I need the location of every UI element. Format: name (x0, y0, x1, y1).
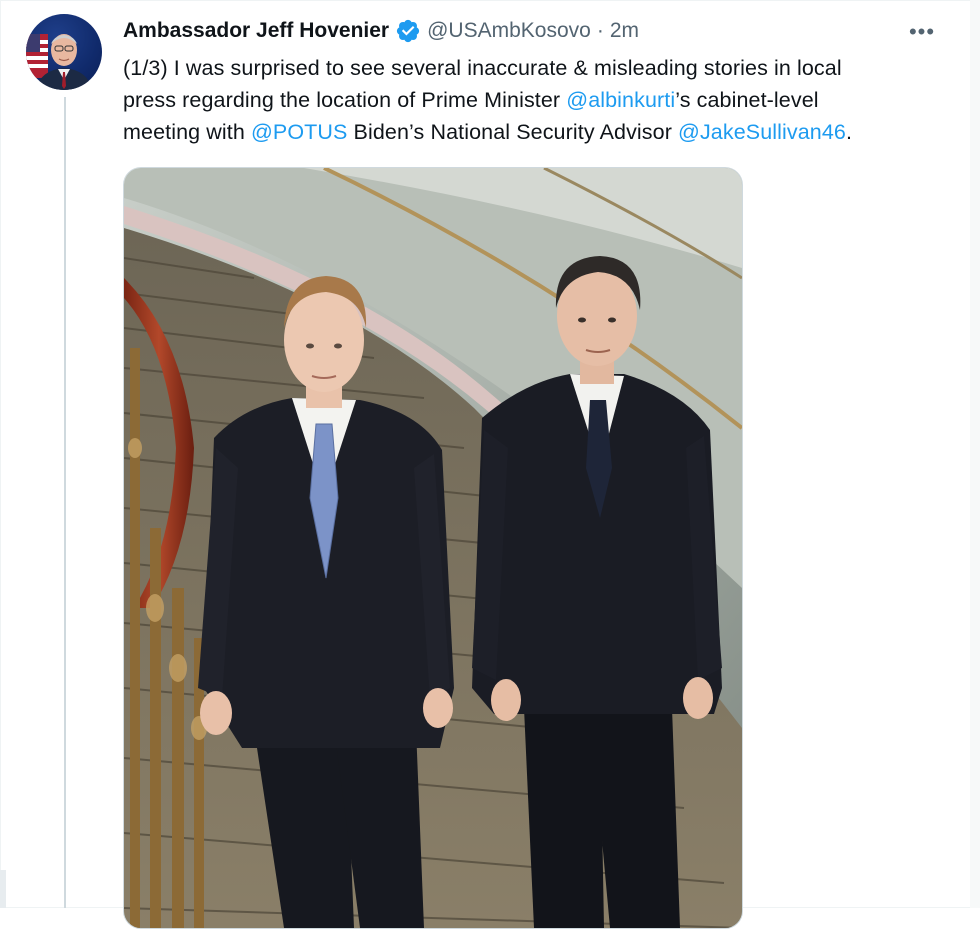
tweet-text-segment: (1/3) I was surprised to see several ina… (123, 56, 842, 80)
mention-link[interactable]: @albinkurti (566, 88, 675, 112)
scrollbar[interactable] (970, 0, 980, 908)
left-edge-tab (0, 870, 6, 908)
photo-image (124, 168, 742, 928)
tweet-text-line: meeting with @POTUS Biden’s National Sec… (123, 116, 943, 148)
tweet-text-line: press regarding the location of Prime Mi… (123, 84, 943, 116)
tweet[interactable]: Ambassador Jeff Hovenier @USAmbKosovo · … (0, 0, 968, 929)
tweet-text: (1/3) I was surprised to see several ina… (123, 52, 943, 148)
author-handle[interactable]: @USAmbKosovo (427, 19, 591, 43)
separator-dot: · (596, 19, 604, 42)
mention-link[interactable]: @POTUS (251, 120, 348, 144)
tweet-text-segment: meeting with (123, 120, 251, 144)
tweet-timestamp[interactable]: 2m (610, 19, 639, 43)
tweet-header: Ambassador Jeff Hovenier @USAmbKosovo · … (123, 16, 639, 46)
mention-link[interactable]: @JakeSullivan46 (678, 120, 846, 144)
more-horizontal-icon[interactable]: ••• (902, 18, 942, 46)
tweet-text-segment: ’s cabinet-level (675, 88, 819, 112)
tweet-text-segment: press regarding the location of Prime Mi… (123, 88, 567, 112)
tweet-text-segment: . (845, 120, 853, 144)
tweet-text-segment: Biden’s National Security Advisor (347, 120, 679, 144)
verified-badge-icon (395, 18, 421, 44)
thread-line (64, 97, 66, 908)
more-menu-glyph: ••• (908, 19, 936, 44)
tweet-text-line: (1/3) I was surprised to see several ina… (123, 52, 943, 84)
author-name[interactable]: Ambassador Jeff Hovenier (123, 19, 389, 43)
avatar-column (26, 14, 104, 90)
avatar[interactable] (26, 14, 102, 90)
avatar-image (26, 34, 92, 90)
tweet-photo[interactable] (123, 167, 743, 929)
